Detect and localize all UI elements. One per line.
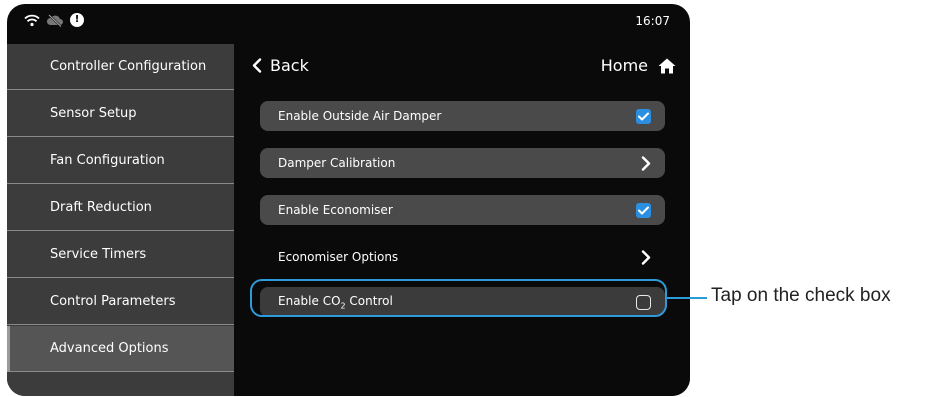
main-panel: Back Home Enable Outside Air Damper Damp… [234, 44, 690, 396]
back-label: Back [270, 56, 309, 75]
sidebar-item-fan-configuration[interactable]: Fan Configuration [7, 138, 234, 184]
setting-label: Enable Outside Air Damper [278, 109, 442, 123]
checkbox-checked[interactable] [636, 108, 651, 124]
setting-label: Damper Calibration [278, 156, 396, 170]
setting-economiser-options[interactable]: Economiser Options [260, 242, 665, 272]
sidebar-item-label: Control Parameters [50, 294, 176, 309]
setting-damper-calibration[interactable]: Damper Calibration [260, 148, 665, 178]
highlight-ring [250, 279, 667, 317]
setting-label: Economiser Options [278, 250, 399, 264]
back-button[interactable]: Back [252, 56, 309, 75]
cloud-off-icon [46, 13, 63, 27]
sidebar-item-label: Fan Configuration [50, 153, 165, 168]
sidebar-item-controller-configuration[interactable]: Controller Configuration [7, 44, 234, 90]
sidebar-item-sensor-setup[interactable]: Sensor Setup [7, 91, 234, 137]
setting-enable-outside-air-damper[interactable]: Enable Outside Air Damper [260, 101, 665, 131]
sidebar-item-control-parameters[interactable]: Control Parameters [7, 279, 234, 325]
sidebar-item-draft-reduction[interactable]: Draft Reduction [7, 185, 234, 231]
callout-text: Tap on the check box [711, 285, 891, 306]
status-bar: ! 16:07 [7, 4, 690, 40]
status-icons: ! [24, 13, 84, 27]
sidebar-empty-area [7, 373, 234, 396]
sidebar-item-advanced-options[interactable]: Advanced Options [7, 326, 234, 372]
chevron-right-icon [641, 249, 651, 265]
check-icon [638, 206, 649, 214]
setting-label: Enable Economiser [278, 203, 393, 217]
chevron-right-icon [641, 155, 651, 171]
device-screen: ! 16:07 Controller Configuration Sensor … [7, 4, 690, 396]
checkbox-checked[interactable] [636, 202, 651, 218]
callout-line [667, 297, 707, 299]
sidebar-item-label: Service Timers [50, 247, 147, 262]
home-icon [658, 58, 676, 73]
wifi-icon [24, 14, 40, 26]
home-label: Home [600, 56, 648, 75]
alert-icon: ! [70, 13, 84, 27]
sidebar: Controller Configuration Sensor Setup Fa… [7, 44, 234, 396]
check-icon [638, 112, 649, 120]
home-button[interactable]: Home [601, 56, 676, 75]
sidebar-item-label: Sensor Setup [50, 106, 137, 121]
sidebar-item-service-timers[interactable]: Service Timers [7, 232, 234, 278]
sidebar-item-label: Controller Configuration [50, 59, 207, 74]
chevron-left-icon [252, 58, 262, 73]
sidebar-item-label: Draft Reduction [50, 200, 152, 215]
sidebar-item-label: Advanced Options [50, 341, 169, 356]
clock: 16:07 [635, 14, 670, 28]
setting-enable-economiser[interactable]: Enable Economiser [260, 195, 665, 225]
